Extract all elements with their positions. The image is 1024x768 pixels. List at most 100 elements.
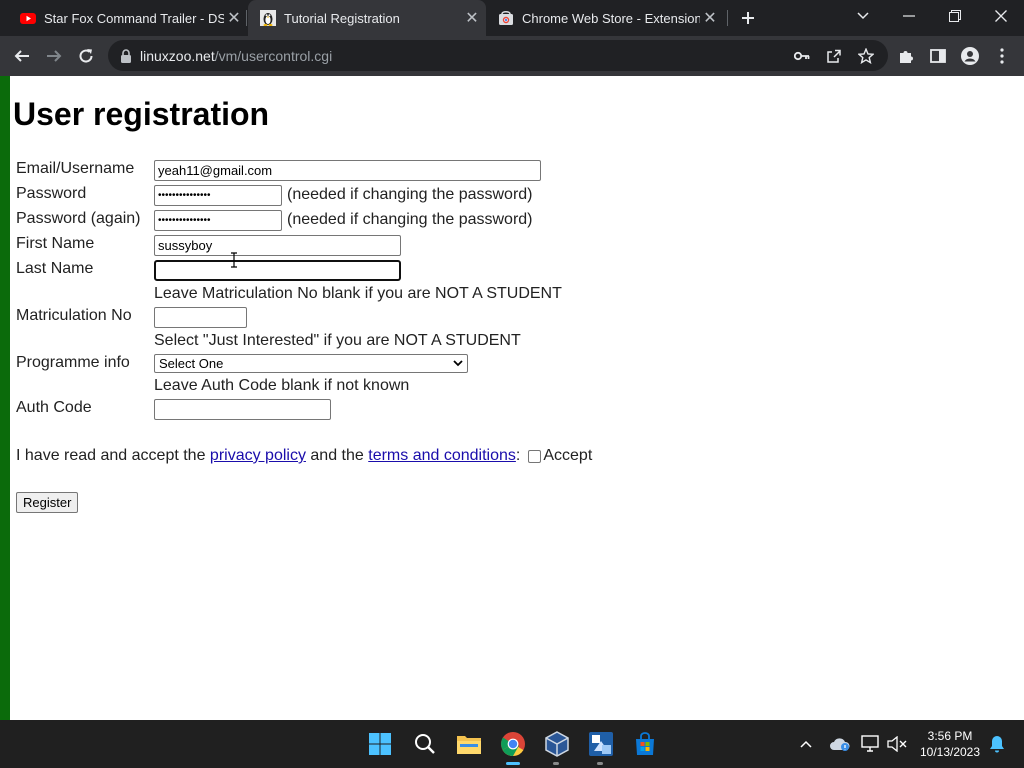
show-hidden-icons-button[interactable] bbox=[794, 732, 818, 756]
tux-icon bbox=[260, 10, 276, 26]
youtube-icon bbox=[20, 13, 36, 24]
last-name-label: Last Name bbox=[16, 260, 94, 277]
page-title: User registration bbox=[13, 96, 270, 132]
first-name-label: First Name bbox=[16, 235, 95, 252]
address-bar[interactable]: linuxzoo.net/vm/usercontrol.cgi bbox=[108, 40, 888, 71]
app-icon[interactable] bbox=[585, 728, 617, 760]
first-name-field[interactable] bbox=[154, 235, 401, 256]
tab-title: Chrome Web Store - Extensions bbox=[522, 10, 700, 26]
text-cursor-icon bbox=[231, 252, 237, 268]
url-host: linuxzoo.net bbox=[140, 47, 215, 64]
key-icon[interactable] bbox=[792, 46, 812, 66]
file-explorer-icon[interactable] bbox=[453, 728, 485, 760]
matric-field[interactable] bbox=[154, 307, 247, 328]
profile-button[interactable] bbox=[956, 42, 984, 70]
accept-checkbox-label[interactable]: Accept bbox=[543, 447, 592, 465]
url-path: /vm/usercontrol.cgi bbox=[214, 47, 333, 64]
accept-prefix: I have read and accept the bbox=[16, 447, 206, 464]
taskbar: 3:56 PM 10/13/2023 bbox=[0, 720, 1024, 768]
accept-colon: : bbox=[515, 447, 521, 464]
tab-separator bbox=[246, 10, 247, 26]
notification-bell-icon[interactable] bbox=[985, 732, 1009, 756]
app-running-indicator bbox=[553, 762, 559, 765]
puzzle-icon bbox=[900, 51, 913, 63]
microsoft-store-icon[interactable] bbox=[629, 728, 661, 760]
chevron-up-icon bbox=[800, 740, 812, 748]
chrome-icon[interactable] bbox=[497, 728, 529, 760]
arrow-right-icon bbox=[47, 50, 62, 62]
volume-muted-icon[interactable] bbox=[885, 732, 909, 756]
auth-code-field[interactable] bbox=[154, 399, 331, 420]
tab-chrome-web-store[interactable]: Chrome Web Store - Extensions ✕ bbox=[488, 0, 724, 36]
windows-start-icon[interactable] bbox=[364, 728, 396, 760]
arrow-left-icon bbox=[14, 50, 29, 62]
profile-icon bbox=[961, 47, 979, 65]
close-tab-icon[interactable]: ✕ bbox=[700, 8, 720, 28]
close-icon bbox=[995, 10, 1007, 22]
close-tab-icon[interactable]: ✕ bbox=[462, 8, 482, 28]
tab-title: Tutorial Registration bbox=[284, 10, 400, 26]
menu-button[interactable] bbox=[988, 42, 1016, 70]
bookmark-star-icon[interactable] bbox=[856, 46, 876, 66]
email-label: Email/Username bbox=[16, 160, 135, 177]
active-app-indicator bbox=[506, 762, 520, 765]
minimize-icon bbox=[903, 15, 915, 17]
matric-label: Matriculation No bbox=[16, 307, 132, 324]
close-window-button[interactable] bbox=[978, 0, 1024, 32]
accept-middle: and the bbox=[310, 447, 364, 464]
lock-icon bbox=[121, 48, 131, 63]
extensions-button[interactable] bbox=[892, 42, 920, 70]
password-hint: (needed if changing the password) bbox=[287, 186, 533, 203]
app-running-indicator bbox=[597, 762, 603, 765]
password-again-field[interactable] bbox=[154, 210, 282, 231]
minimize-button[interactable] bbox=[886, 0, 932, 32]
system-clock[interactable]: 3:56 PM 10/13/2023 bbox=[912, 728, 988, 760]
more-vertical-icon bbox=[1000, 48, 1004, 64]
search-icon[interactable] bbox=[409, 728, 441, 760]
side-panel-button[interactable] bbox=[924, 42, 952, 70]
terms-link[interactable]: terms and conditions bbox=[368, 447, 516, 465]
chevron-down-icon bbox=[857, 12, 869, 20]
password-again-label: Password (again) bbox=[16, 210, 141, 227]
clock-time: 3:56 PM bbox=[927, 729, 973, 743]
tab-search-button[interactable] bbox=[840, 0, 886, 32]
browser-toolbar: linuxzoo.net/vm/usercontrol.cgi bbox=[0, 36, 1024, 76]
auth-note: Leave Auth Code blank if not known bbox=[154, 377, 410, 394]
network-icon[interactable] bbox=[859, 732, 883, 756]
matric-note: Leave Matriculation No blank if you are … bbox=[154, 285, 562, 302]
programme-label: Programme info bbox=[16, 354, 130, 371]
tab-tutorial-registration[interactable]: Tutorial Registration ✕ bbox=[248, 0, 486, 36]
email-field[interactable] bbox=[154, 160, 541, 181]
tab-youtube[interactable]: Star Fox Command Trailer - DS - ✕ bbox=[8, 0, 248, 36]
onedrive-icon[interactable] bbox=[828, 732, 852, 756]
programme-select[interactable]: Select One bbox=[154, 354, 468, 373]
register-button[interactable]: Register bbox=[16, 492, 79, 513]
accept-checkbox[interactable] bbox=[528, 449, 542, 463]
share-icon[interactable] bbox=[824, 46, 844, 66]
restore-button[interactable] bbox=[932, 0, 978, 32]
virtualbox-icon[interactable] bbox=[541, 728, 573, 760]
auth-label: Auth Code bbox=[16, 399, 92, 416]
programme-selected-value: Select One bbox=[159, 356, 224, 371]
accent-bar bbox=[0, 76, 10, 720]
programme-note: Select "Just Interested" if you are NOT … bbox=[154, 332, 521, 349]
chevron-down-icon bbox=[453, 360, 463, 367]
accept-terms-line: I have read and accept the privacy polic… bbox=[16, 447, 592, 465]
page-content: User registration Email/Username Passwor… bbox=[0, 76, 1024, 720]
url-text: linuxzoo.net/vm/usercontrol.cgi bbox=[140, 48, 332, 64]
close-tab-icon[interactable]: ✕ bbox=[224, 8, 244, 28]
new-tab-button[interactable] bbox=[736, 6, 760, 30]
reload-icon bbox=[79, 49, 93, 63]
tab-separator bbox=[727, 10, 728, 26]
back-button[interactable] bbox=[8, 42, 36, 70]
reload-button[interactable] bbox=[72, 42, 100, 70]
forward-button[interactable] bbox=[40, 42, 68, 70]
plus-icon bbox=[742, 12, 754, 24]
tab-strip: Star Fox Command Trailer - DS - ✕ Tutori… bbox=[0, 0, 1024, 36]
password-again-hint: (needed if changing the password) bbox=[287, 211, 533, 228]
web-store-icon bbox=[499, 11, 513, 25]
last-name-field[interactable] bbox=[154, 260, 401, 281]
restore-icon bbox=[949, 10, 961, 22]
password-field[interactable] bbox=[154, 185, 282, 206]
privacy-policy-link[interactable]: privacy policy bbox=[210, 447, 306, 465]
